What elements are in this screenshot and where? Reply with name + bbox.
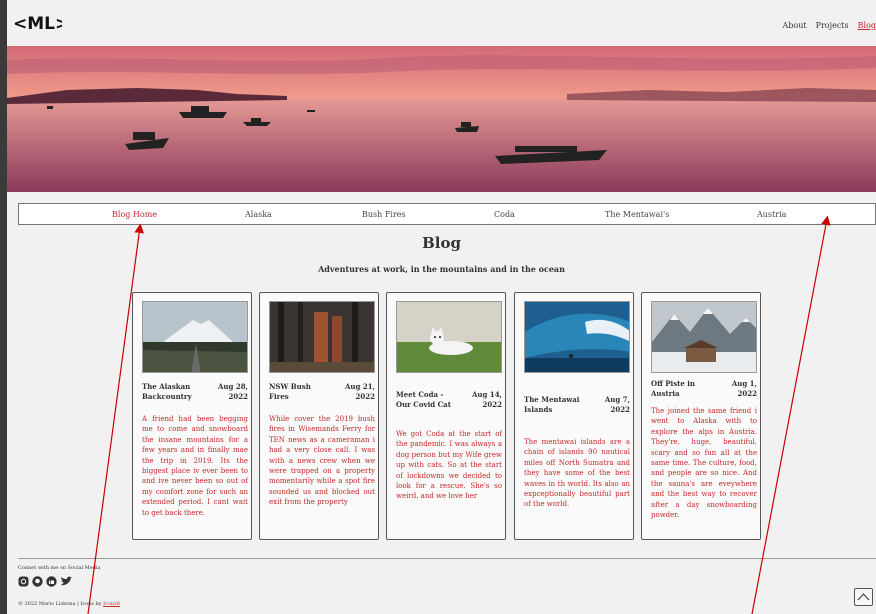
post-title[interactable]: The Mentawai Islands	[524, 395, 586, 415]
post-date: Aug 14, 2022	[471, 390, 502, 409]
post-card-mentawai[interactable]: The Mentawai Islands Aug 7, 2022 The men…	[514, 292, 634, 540]
post-image-mentawai	[524, 301, 630, 373]
post-card-alaska[interactable]: The Alaskan Backcountry Aug 28, 2022 A f…	[132, 292, 252, 540]
hero-banner-image	[7, 46, 876, 192]
tab-blog-home[interactable]: Blog Home	[112, 210, 157, 219]
post-excerpt: A friend had been begging me to come and…	[142, 415, 248, 517]
page: <ML> About Projects Blog	[7, 0, 876, 614]
post-date: Aug 28, 2022	[217, 382, 248, 401]
tab-coda[interactable]: Coda	[494, 210, 515, 219]
post-excerpt: We got Coda at the start of the pandemic…	[396, 430, 502, 501]
github-icon[interactable]	[32, 576, 43, 587]
icons8-link[interactable]: Icons8	[103, 601, 120, 607]
nav-about[interactable]: About	[782, 21, 806, 30]
chevron-up-icon	[857, 593, 870, 601]
post-card-coda[interactable]: Meet Coda - Our Covid Cat Aug 14, 2022 W…	[386, 292, 506, 540]
main-nav: About Projects Blog	[782, 21, 876, 30]
post-image-coda	[396, 301, 502, 373]
post-title[interactable]: Meet Coda - Our Covid Cat	[396, 390, 458, 410]
linkedin-icon[interactable]	[46, 576, 57, 587]
post-image-bush-fires	[269, 301, 375, 373]
post-card-austria[interactable]: Off Piste in Austria Aug 1, 2022 The joi…	[641, 292, 761, 540]
post-image-austria	[651, 301, 757, 373]
post-title[interactable]: Off Piste in Austria	[651, 379, 713, 399]
post-excerpt: The joined the same friend i went to Ala…	[651, 407, 757, 520]
tab-alaska[interactable]: Alaska	[245, 210, 272, 219]
tab-bush-fires[interactable]: Bush Fires	[362, 210, 406, 219]
post-title[interactable]: NSW Bush Fires	[269, 382, 331, 402]
post-date: Aug 7, 2022	[604, 395, 630, 414]
nav-projects[interactable]: Projects	[816, 21, 849, 30]
post-date: Aug 21, 2022	[344, 382, 375, 401]
copyright: © 2022 Mario Lisbona | Icons by Icons8	[18, 601, 120, 607]
back-to-top-button[interactable]	[854, 588, 873, 606]
post-image-alaska	[142, 301, 248, 373]
blog-tabs: Blog Home Alaska Bush Fires Coda The Men…	[18, 203, 876, 225]
svg-text:<ML>: <ML>	[13, 14, 62, 33]
instagram-icon[interactable]	[18, 576, 29, 587]
top-bar: <ML> About Projects Blog	[7, 0, 876, 45]
twitter-icon[interactable]	[60, 576, 73, 587]
post-title[interactable]: The Alaskan Backcountry	[142, 382, 204, 402]
logo[interactable]: <ML>	[12, 13, 62, 33]
post-date: Aug 1, 2022	[731, 379, 757, 398]
footer-divider	[18, 558, 876, 559]
tab-austria[interactable]: Austria	[757, 210, 786, 219]
page-title: Blog	[422, 234, 461, 252]
post-excerpt: While cover the 2019 bush fires in Wisem…	[269, 415, 375, 507]
page-subtitle: Adventures at work, in the mountains and…	[318, 264, 565, 274]
social-links	[18, 576, 73, 587]
social-heading: Connet with me on Social Media	[18, 565, 101, 571]
tab-mentawais[interactable]: The Mentawai's	[605, 210, 669, 219]
post-excerpt: The mentawai islands are a chain of isla…	[524, 438, 630, 509]
nav-blog[interactable]: Blog	[858, 21, 876, 30]
post-card-bush-fires[interactable]: NSW Bush Fires Aug 21, 2022 While cover …	[259, 292, 379, 540]
